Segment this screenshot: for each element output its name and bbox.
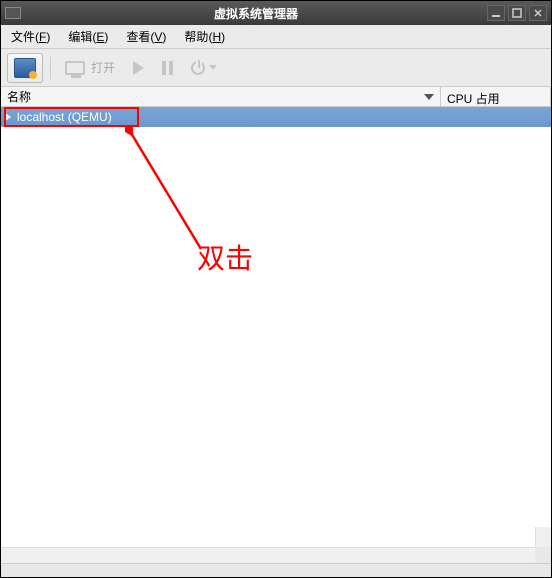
- column-header-cpu[interactable]: CPU 占用: [441, 87, 551, 106]
- column-header-name[interactable]: 名称: [1, 87, 441, 106]
- play-icon: [133, 61, 144, 75]
- sort-descending-icon: [424, 94, 434, 100]
- open-button[interactable]: 打开: [58, 53, 122, 83]
- chevron-down-icon: [209, 65, 217, 70]
- pause-button[interactable]: [155, 53, 180, 83]
- shutdown-button[interactable]: [184, 53, 224, 83]
- scroll-corner: [535, 547, 551, 563]
- host-label: localhost (QEMU): [17, 110, 112, 124]
- horizontal-scrollbar[interactable]: [1, 547, 535, 563]
- run-button[interactable]: [126, 53, 151, 83]
- open-label: 打开: [91, 59, 115, 76]
- monitor-icon: [65, 61, 85, 75]
- host-row[interactable]: localhost (QEMU): [1, 107, 551, 127]
- create-vm-button[interactable]: [7, 53, 43, 83]
- titlebar: 虚拟系统管理器: [1, 1, 551, 25]
- vertical-scrollbar[interactable]: [535, 527, 551, 547]
- app-icon: [5, 7, 21, 19]
- close-button[interactable]: [529, 5, 547, 21]
- annotation-text: 双击: [197, 237, 253, 277]
- menu-view[interactable]: 查看(V): [122, 26, 170, 47]
- power-icon: [191, 61, 205, 75]
- host-list: localhost (QEMU) 双击: [1, 107, 551, 563]
- pause-icon: [162, 61, 173, 75]
- window-title: 虚拟系统管理器: [25, 5, 487, 22]
- app-window: 虚拟系统管理器 文件(F) 编辑(E) 查看(V) 帮助(H) 打开: [0, 0, 552, 578]
- create-vm-icon: [14, 58, 36, 78]
- toolbar-separator: [50, 57, 51, 79]
- minimize-button[interactable]: [487, 5, 505, 21]
- column-headers: 名称 CPU 占用: [1, 87, 551, 107]
- toolbar: 打开: [1, 49, 551, 87]
- maximize-icon: [512, 8, 522, 18]
- minimize-icon: [491, 8, 501, 18]
- menu-help[interactable]: 帮助(H): [180, 26, 229, 47]
- maximize-button[interactable]: [508, 5, 526, 21]
- expand-triangle-icon[interactable]: [5, 113, 11, 121]
- close-icon: [533, 8, 543, 18]
- menu-edit[interactable]: 编辑(E): [64, 26, 112, 47]
- menu-file[interactable]: 文件(F): [7, 26, 54, 47]
- annotation-arrow-icon: [125, 127, 215, 257]
- statusbar: [1, 563, 551, 577]
- menubar: 文件(F) 编辑(E) 查看(V) 帮助(H): [1, 25, 551, 49]
